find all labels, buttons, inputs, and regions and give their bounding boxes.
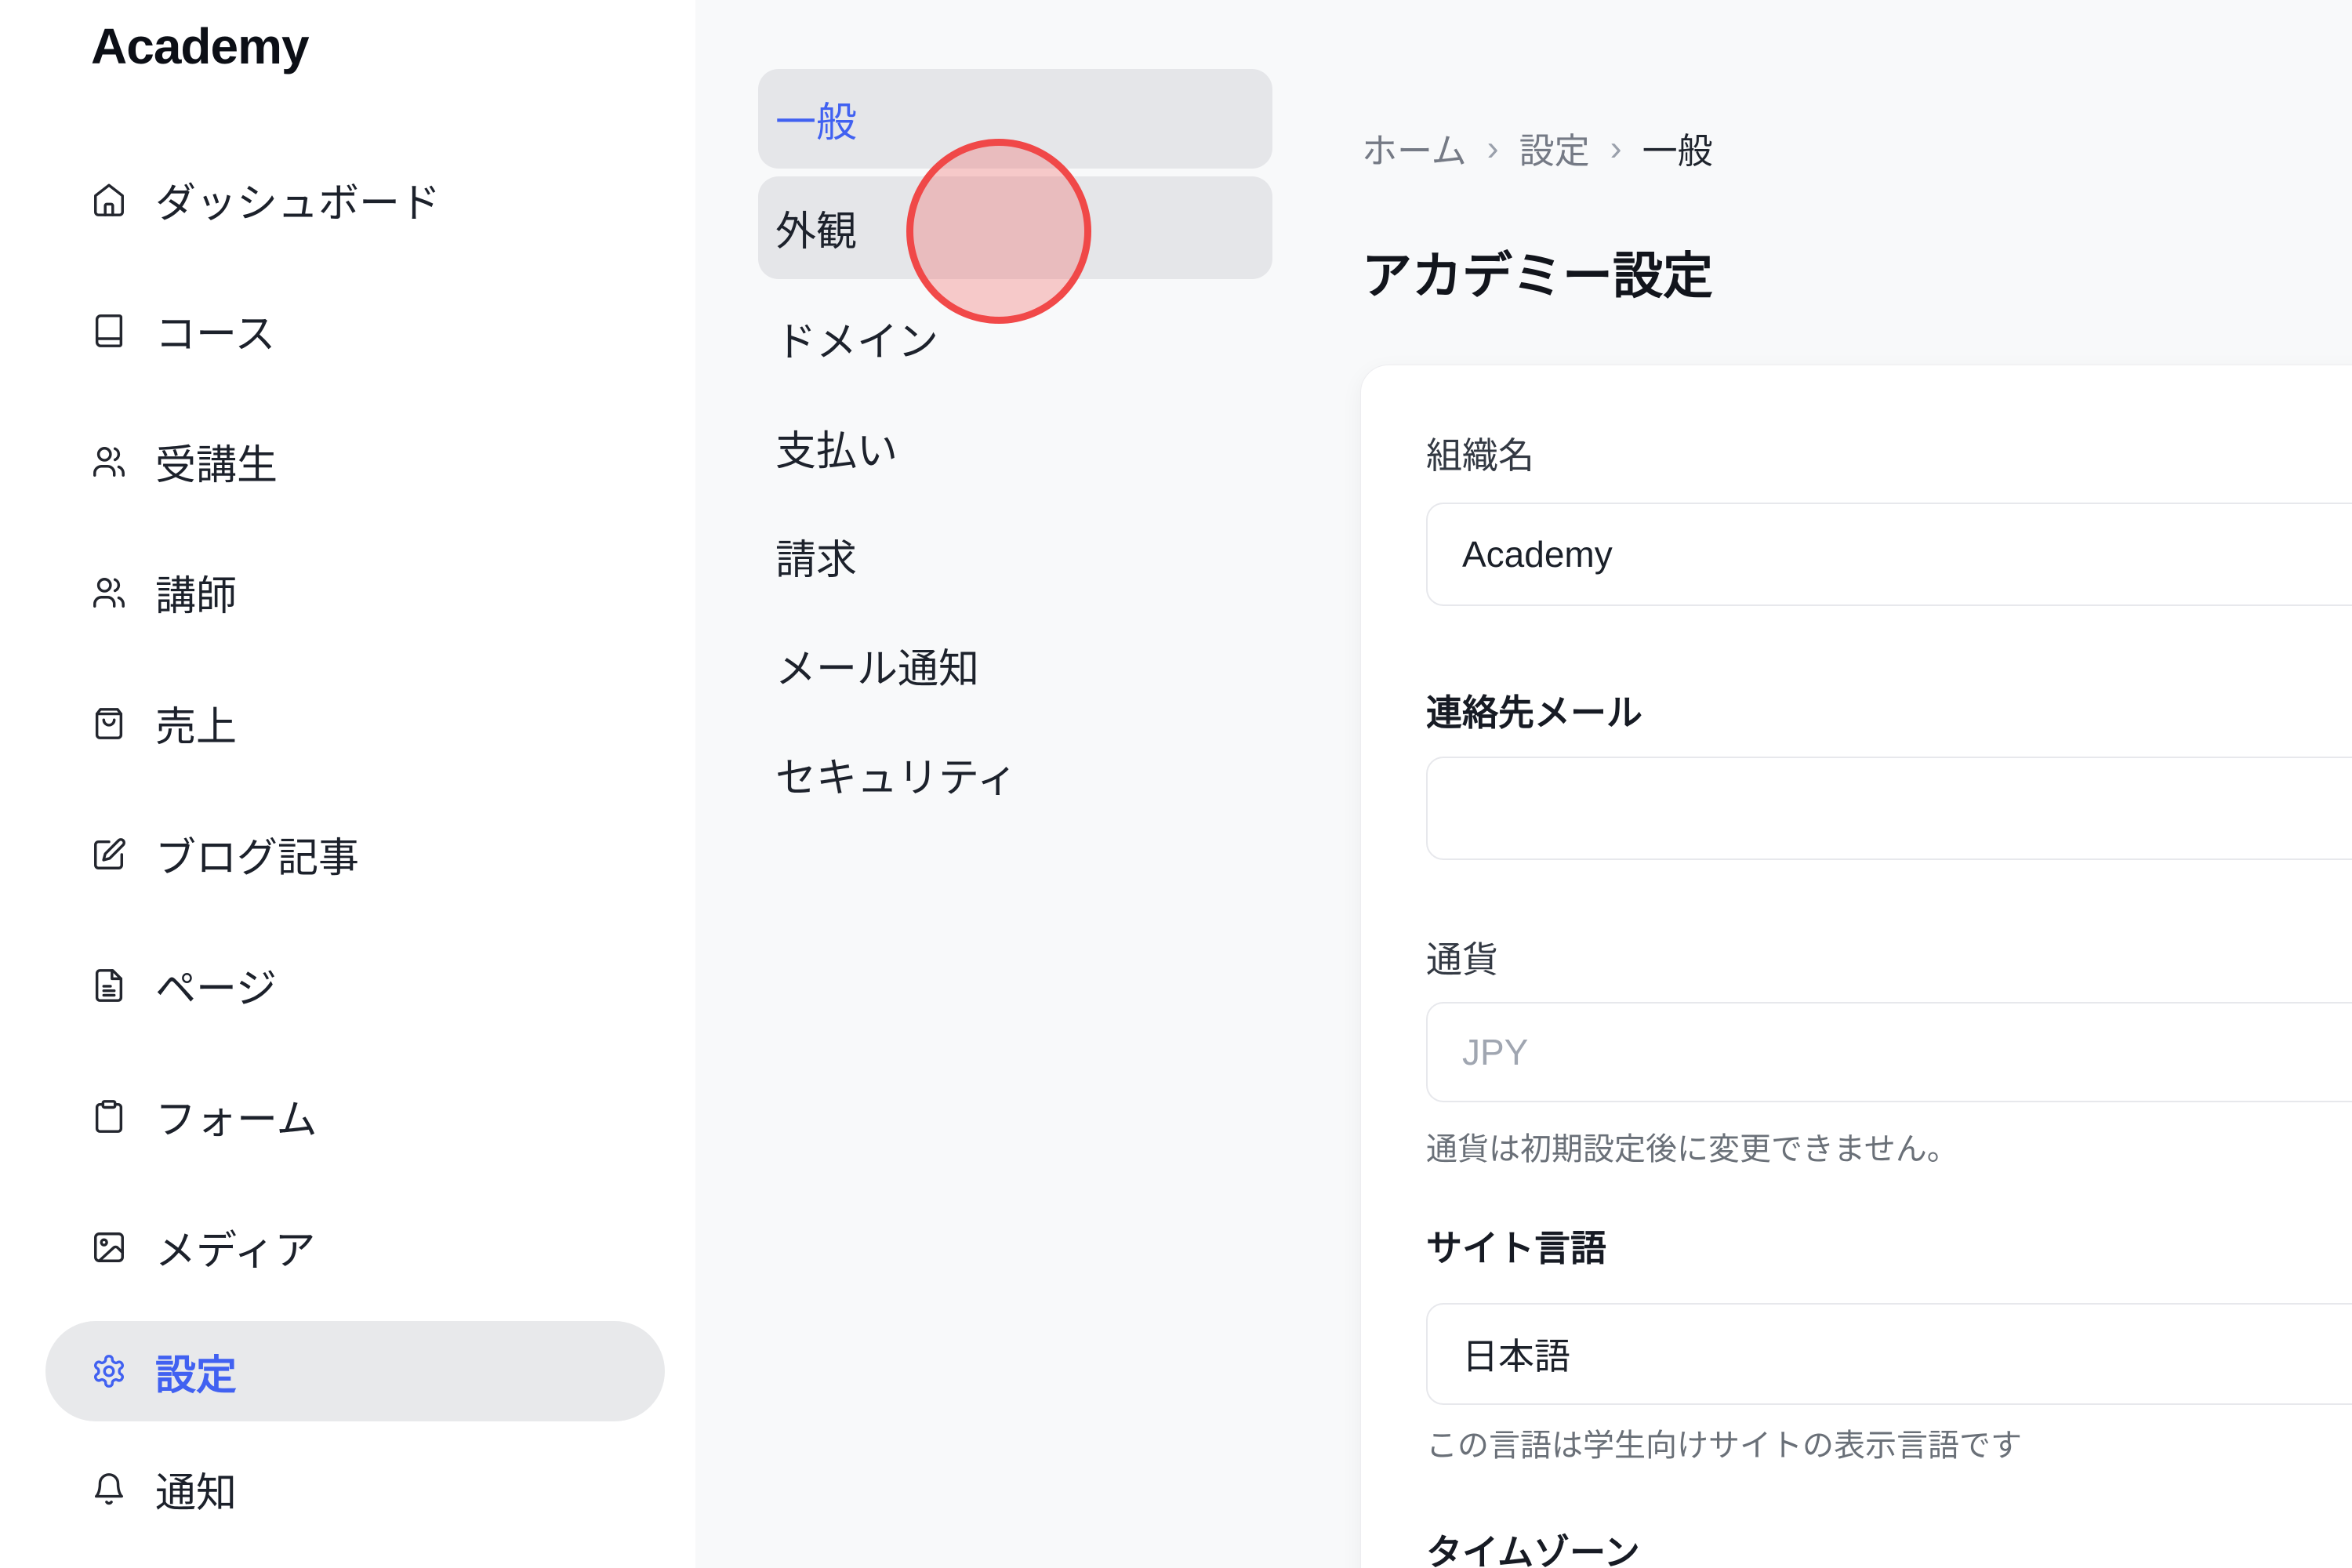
subnav-item-email-notifications[interactable]: メール通知 [758, 611, 1272, 720]
sidebar-item-label: 講師 [155, 563, 237, 622]
org-name-input[interactable] [1426, 503, 2352, 606]
sidebar-item-dashboard[interactable]: ダッシュボード [45, 134, 665, 265]
timezone-label: タイムゾーン [1426, 1529, 1640, 1568]
sidebar-item-notifications[interactable]: 通知 [45, 1430, 665, 1548]
subnav-item-appearance[interactable]: 外観 [758, 176, 1272, 279]
sidebar-item-forms[interactable]: フォーム [45, 1051, 665, 1181]
sidebar-item-media[interactable]: メディア [45, 1181, 665, 1312]
sidebar-item-label: ブログ記事 [155, 825, 359, 884]
sidebar-item-label: 通知 [155, 1460, 237, 1519]
currency-input[interactable] [1426, 1002, 2352, 1102]
subnav-item-security[interactable]: セキュリティ [758, 720, 1272, 829]
sidebar-item-pages[interactable]: ページ [45, 920, 665, 1051]
sidebar-item-label: 設定 [155, 1342, 237, 1401]
page-title: アカデミー設定 [1362, 236, 1713, 308]
sidebar-item-label: 受講生 [155, 432, 278, 491]
subnav-item-domain[interactable]: ドメイン [758, 284, 1272, 393]
currency-label: 通貨 [1426, 936, 1498, 983]
site-language-input[interactable] [1426, 1303, 2352, 1405]
subnav-item-payments[interactable]: 支払い [758, 393, 1272, 502]
sidebar-item-settings[interactable]: 設定 [45, 1312, 665, 1430]
home-icon [91, 182, 127, 218]
image-icon [91, 1229, 127, 1265]
chevron-right-icon: › [1610, 128, 1622, 169]
subnav-item-general[interactable]: 一般 [758, 69, 1272, 169]
settings-form-card: 組織名 連絡先メール 通貨 通貨は初期設定後に変更できません。 サイト言語 この… [1360, 365, 2352, 1568]
shopping-bag-icon [91, 706, 127, 742]
app-logo: Academy [91, 17, 309, 75]
clipboard-icon [91, 1098, 127, 1134]
contact-email-label: 連絡先メール [1426, 689, 1642, 736]
gear-icon [91, 1353, 127, 1389]
breadcrumb-home[interactable]: ホーム [1362, 122, 1467, 173]
settings-subnav: 一般 外観 ドメイン 支払い 請求 メール通知 セキュリティ [758, 69, 1272, 829]
sidebar-nav: ダッシュボード コース 受講生 講師 [45, 134, 665, 1548]
sidebar-item-students[interactable]: 受講生 [45, 396, 665, 527]
contact-email-input[interactable] [1426, 757, 2352, 860]
book-icon [91, 313, 127, 349]
instructors-users-icon [91, 575, 127, 611]
sidebar-item-sales[interactable]: 売上 [45, 658, 665, 789]
students-users-icon [91, 444, 127, 480]
site-language-helper-text: この言語は学生向けサイトの表示言語です [1426, 1427, 2022, 1465]
sidebar-item-label: ダッシュボード [155, 170, 441, 229]
sidebar-item-courses[interactable]: コース [45, 265, 665, 396]
sidebar-item-label: コース [155, 301, 275, 360]
subnav-item-label: 外観 [775, 198, 857, 257]
subnav-item-billing[interactable]: 請求 [758, 502, 1272, 611]
breadcrumb-current: 一般 [1642, 122, 1713, 173]
sidebar-item-label: 売上 [155, 694, 237, 753]
org-name-label: 組織名 [1426, 432, 1534, 479]
file-text-icon [91, 967, 127, 1004]
bell-icon [91, 1471, 127, 1507]
square-pen-icon [91, 837, 127, 873]
sidebar-item-label: ページ [155, 956, 277, 1014]
app-root: Academy ダッシュボード コース 受講生 [0, 0, 2352, 1568]
subnav-item-label: 一般 [775, 89, 857, 148]
currency-helper-text: 通貨は初期設定後に変更できません。 [1426, 1131, 1958, 1168]
sidebar: Academy ダッシュボード コース 受講生 [0, 0, 695, 1568]
sidebar-item-label: フォーム [155, 1087, 317, 1145]
chevron-right-icon: › [1487, 128, 1499, 169]
site-language-label: サイト言語 [1426, 1225, 1606, 1272]
breadcrumb: ホーム › 設定 › 一般 [1362, 122, 1713, 173]
breadcrumb-settings[interactable]: 設定 [1519, 122, 1590, 173]
sidebar-item-label: メディア [155, 1218, 315, 1276]
sidebar-item-instructors[interactable]: 講師 [45, 527, 665, 658]
sidebar-item-blog-posts[interactable]: ブログ記事 [45, 789, 665, 920]
